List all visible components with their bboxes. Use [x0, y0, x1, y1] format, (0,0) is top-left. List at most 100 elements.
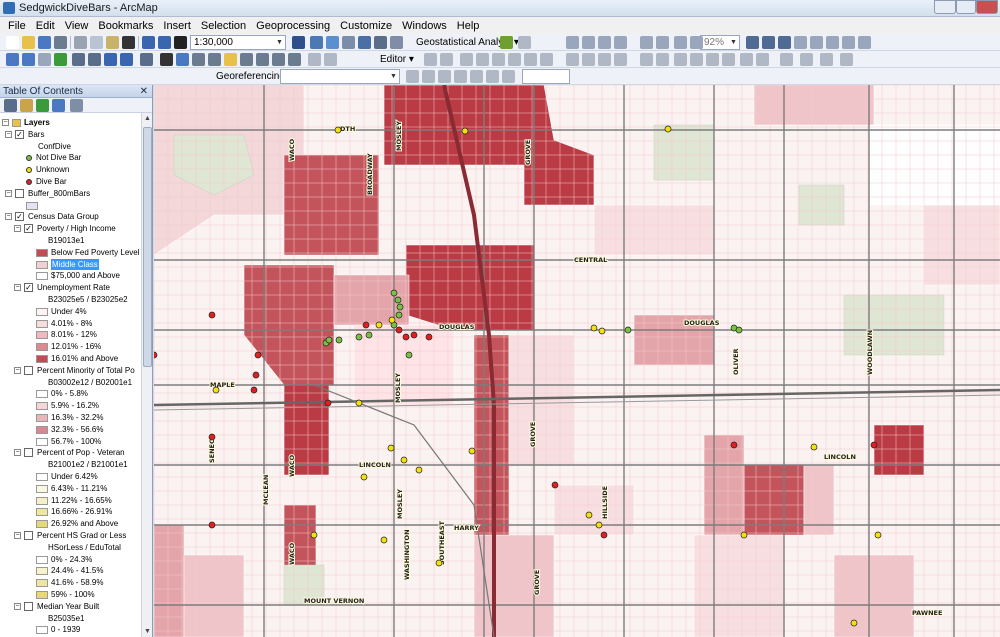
- toc-row[interactable]: − ✓ Unemployment Rate: [0, 282, 141, 294]
- hyperlink-icon[interactable]: [224, 53, 237, 66]
- toc-row[interactable]: Under 4%: [0, 306, 141, 318]
- model-icon[interactable]: [390, 36, 403, 49]
- visibility-checkbox[interactable]: [24, 448, 33, 458]
- georef-tool-icon[interactable]: [422, 70, 435, 83]
- toc-row[interactable]: B25035e1: [0, 613, 141, 625]
- pan-icon[interactable]: [38, 53, 51, 66]
- collapse-icon[interactable]: −: [14, 532, 21, 539]
- toc-row[interactable]: 0% - 5.8%: [0, 388, 141, 400]
- arctoolbox-icon[interactable]: [358, 36, 371, 49]
- georef-text-field[interactable]: [522, 69, 570, 84]
- menu-insert[interactable]: Insert: [158, 20, 196, 32]
- topology-icon[interactable]: [706, 53, 719, 66]
- page-icon[interactable]: [762, 36, 775, 49]
- find-icon[interactable]: [192, 53, 205, 66]
- toc-row[interactable]: Middle Class: [0, 258, 141, 271]
- collapse-icon[interactable]: −: [5, 213, 12, 221]
- copy-icon[interactable]: [90, 36, 103, 49]
- layout-icon[interactable]: [598, 36, 611, 49]
- georef-tool-icon[interactable]: [438, 70, 451, 83]
- visibility-checkbox[interactable]: ✓: [15, 129, 24, 139]
- toc-row[interactable]: 0 - 1939: [0, 624, 141, 636]
- layer-icon[interactable]: [308, 53, 321, 66]
- identify-icon[interactable]: [310, 36, 323, 49]
- collapse-icon[interactable]: −: [2, 119, 9, 126]
- list-by-drawing-order-icon[interactable]: [4, 99, 17, 112]
- toc-row[interactable]: Under 6.42%: [0, 471, 141, 483]
- identify-icon[interactable]: [176, 53, 189, 66]
- toc-row[interactable]: B03002e12 / B02001e1: [0, 377, 141, 389]
- toc-row[interactable]: 16.01% and Above: [0, 353, 141, 365]
- visibility-checkbox[interactable]: [15, 188, 24, 198]
- time-slider-icon[interactable]: [256, 53, 269, 66]
- geostat-icon[interactable]: [500, 36, 513, 49]
- maximize-button[interactable]: [956, 0, 976, 14]
- georef-tool-icon[interactable]: [470, 70, 483, 83]
- visibility-checkbox[interactable]: ✓: [15, 212, 24, 222]
- measure-icon[interactable]: [208, 53, 221, 66]
- open-icon[interactable]: [22, 36, 35, 49]
- close-icon[interactable]: ✕: [140, 85, 148, 98]
- toc-row[interactable]: Not Dive Bar: [0, 152, 141, 164]
- xy-icon[interactable]: [288, 53, 301, 66]
- new-document-icon[interactable]: [6, 36, 19, 49]
- menu-selection[interactable]: Selection: [196, 20, 251, 32]
- layout-icon[interactable]: [690, 36, 703, 49]
- toc-row[interactable]: 11.22% - 16.65%: [0, 495, 141, 507]
- menu-customize[interactable]: Customize: [335, 20, 397, 32]
- collapse-icon[interactable]: −: [5, 189, 12, 197]
- scale-combo[interactable]: 1:30,000 ▼: [190, 35, 286, 50]
- list-by-source-icon[interactable]: [20, 99, 33, 112]
- toc-row[interactable]: − Percent HS Grad or Less: [0, 530, 141, 542]
- map-icon[interactable]: [292, 36, 305, 49]
- layout-icon[interactable]: [640, 36, 653, 49]
- visibility-checkbox[interactable]: ✓: [24, 283, 33, 293]
- topology-icon[interactable]: [820, 53, 833, 66]
- toc-row[interactable]: ConfDive: [0, 141, 141, 153]
- visibility-checkbox[interactable]: [24, 601, 33, 611]
- toc-row[interactable]: − ✓ Bars: [0, 129, 141, 141]
- toc-row[interactable]: 26.92% and Above: [0, 518, 141, 530]
- georef-layer-combo[interactable]: ▼: [280, 69, 400, 84]
- minimize-button[interactable]: [934, 0, 956, 14]
- visibility-checkbox[interactable]: [24, 365, 33, 375]
- search-icon[interactable]: [342, 36, 355, 49]
- topology-icon[interactable]: [840, 53, 853, 66]
- toc-row[interactable]: 6.43% - 11.21%: [0, 483, 141, 495]
- toc-row[interactable]: Dive Bar: [0, 176, 141, 188]
- toc-row[interactable]: 16.66% - 26.91%: [0, 506, 141, 518]
- topology-icon[interactable]: [756, 53, 769, 66]
- toc-row[interactable]: Unknown: [0, 164, 141, 176]
- toc-row[interactable]: 12.01% - 16%: [0, 341, 141, 353]
- list-by-visibility-icon[interactable]: [36, 99, 49, 112]
- toc-row[interactable]: B21001e2 / B21001e1: [0, 459, 141, 471]
- toc-row[interactable]: 32.3% - 56.6%: [0, 424, 141, 436]
- toc-row[interactable]: 0% - 24.3%: [0, 554, 141, 566]
- topology-icon[interactable]: [722, 53, 735, 66]
- layer-icon[interactable]: [324, 53, 337, 66]
- menu-geoprocessing[interactable]: Geoprocessing: [251, 20, 335, 32]
- edit-tool-icon[interactable]: [424, 53, 437, 66]
- toc-row[interactable]: 56.7% - 100%: [0, 436, 141, 448]
- paste-icon[interactable]: [106, 36, 119, 49]
- redo-icon[interactable]: [158, 36, 171, 49]
- layout-icon[interactable]: [614, 36, 627, 49]
- catalog-icon[interactable]: [326, 36, 339, 49]
- collapse-icon[interactable]: −: [14, 449, 21, 457]
- map-canvas[interactable]: DTH WACO BROADWAY MOSLEY GROVE CENTRAL DOUGLAS…: [154, 85, 1000, 637]
- geostat-tool-icon[interactable]: [518, 36, 531, 49]
- georef-tool-icon[interactable]: [486, 70, 499, 83]
- scroll-thumb[interactable]: [143, 127, 152, 367]
- edit-tool-icon[interactable]: [492, 53, 505, 66]
- topology-icon[interactable]: [656, 53, 669, 66]
- toc-row[interactable]: B23025e5 / B23025e2: [0, 294, 141, 306]
- edit-tool-icon[interactable]: [508, 53, 521, 66]
- edit-tool-icon[interactable]: [440, 53, 453, 66]
- toc-row[interactable]: 5.9% - 16.2%: [0, 400, 141, 412]
- toc-row[interactable]: 24.4% - 41.5%: [0, 565, 141, 577]
- swipe-icon[interactable]: [272, 53, 285, 66]
- toc-row[interactable]: 16.3% - 32.2%: [0, 412, 141, 424]
- collapse-icon[interactable]: −: [14, 366, 21, 374]
- fixed-zoom-in-icon[interactable]: [72, 53, 85, 66]
- collapse-icon[interactable]: −: [14, 225, 21, 233]
